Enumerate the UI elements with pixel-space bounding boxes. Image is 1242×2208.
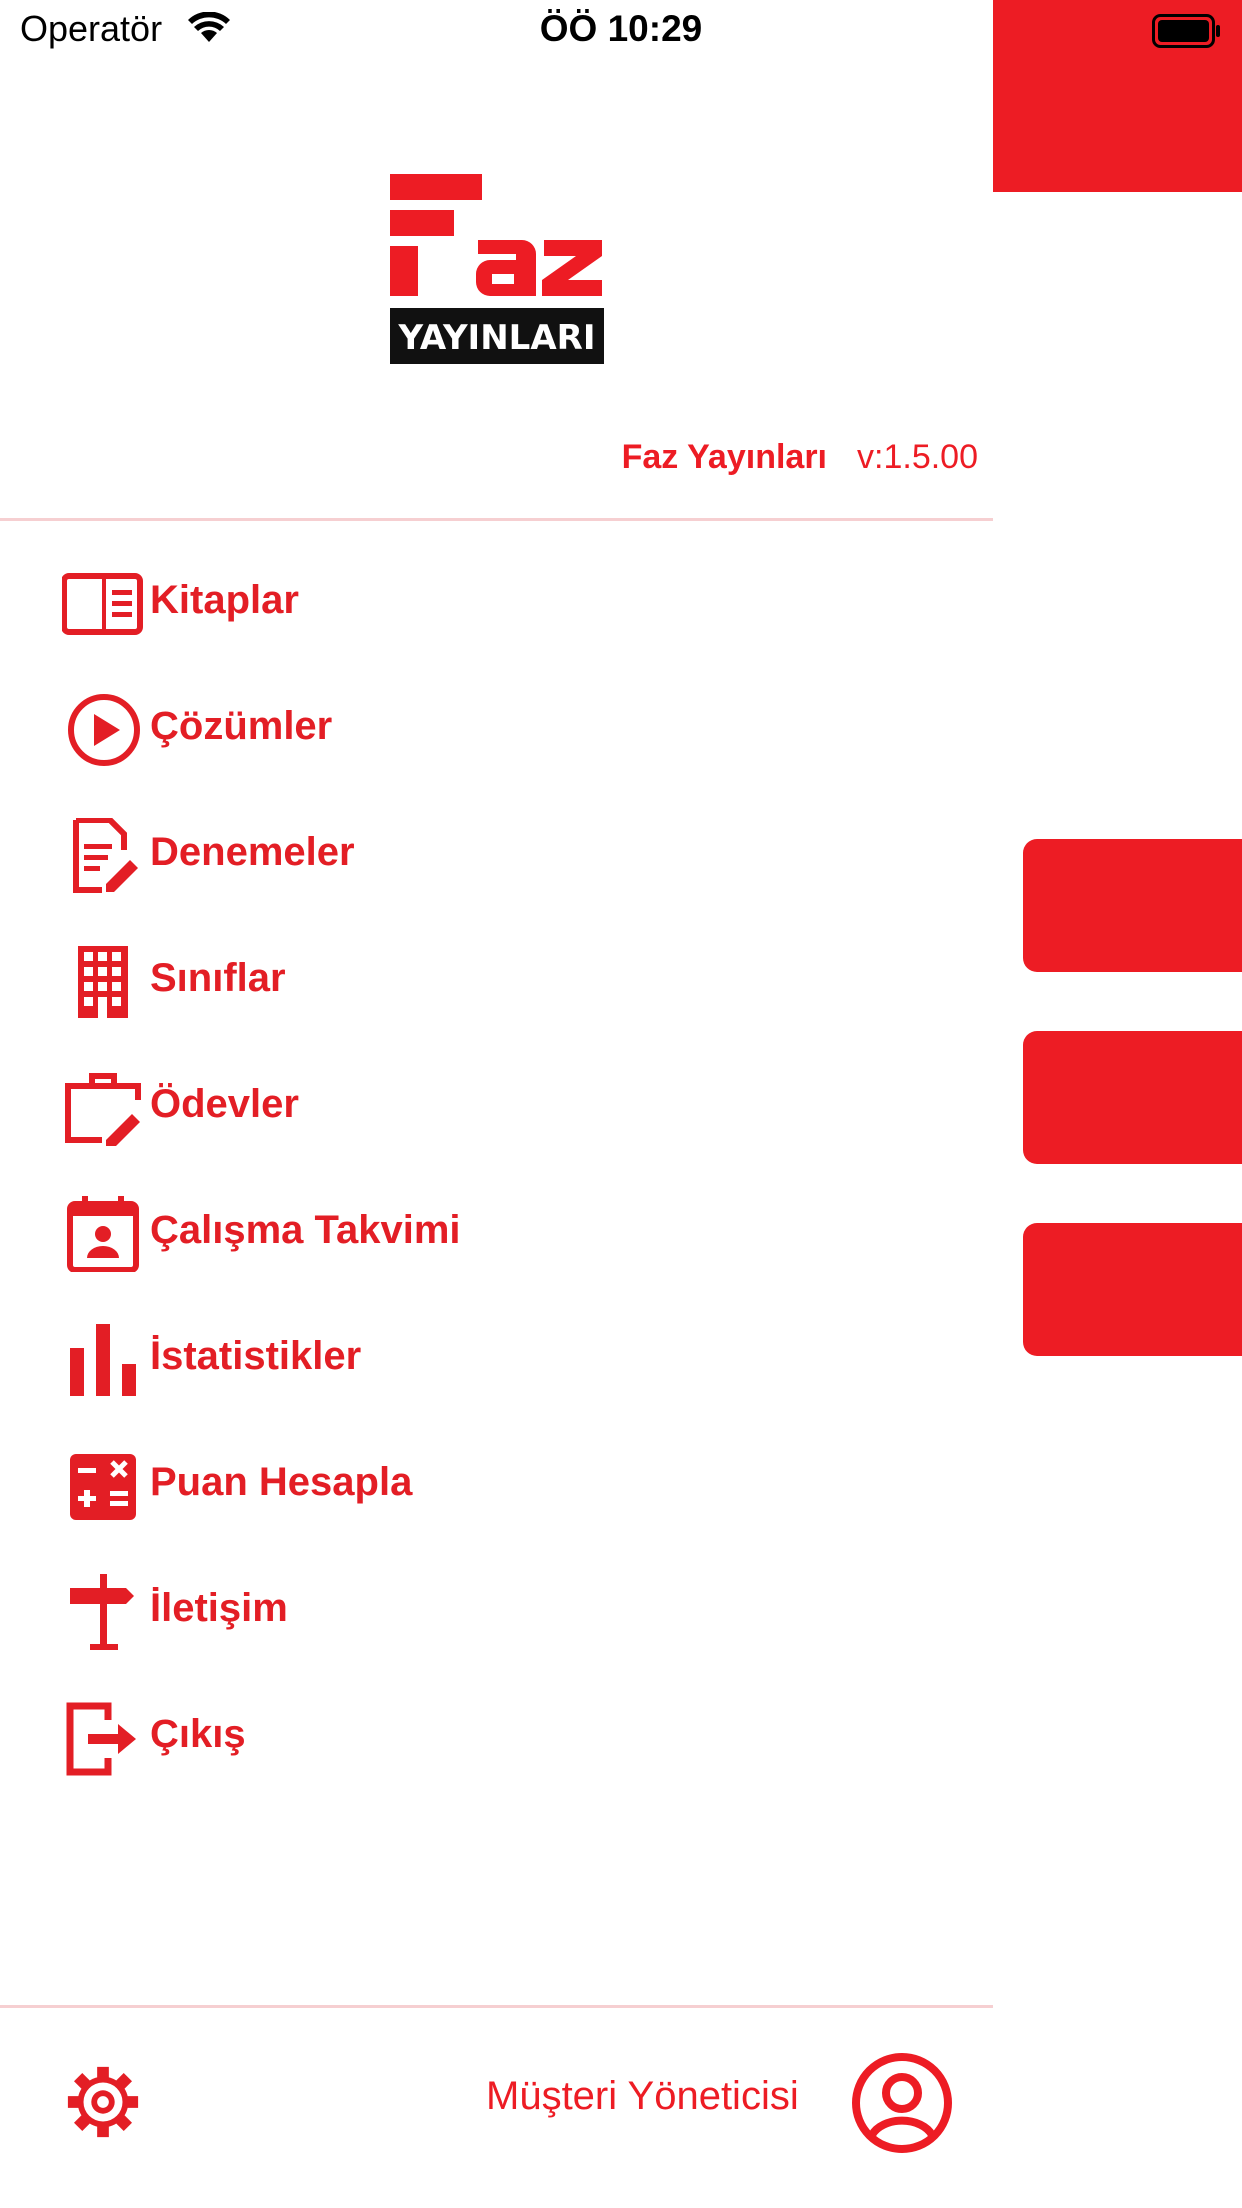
menu-item-kitaplar[interactable]: Kitaplar (0, 540, 993, 660)
side-button-3[interactable] (1023, 1223, 1242, 1356)
app-version: v:1.5.00 (857, 438, 978, 476)
clock: ÖÖ 10:29 (539, 8, 703, 49)
menu-item-label: Puan Hesapla (150, 1460, 413, 1504)
brand-row: Faz Yayınları v:1.5.00 (0, 438, 978, 488)
gear-icon[interactable] (64, 2063, 142, 2141)
menu-item-calisma-takvimi[interactable]: Çalışma Takvimi (0, 1170, 993, 1290)
menu-item-istatistikler[interactable]: İstatistikler (0, 1296, 993, 1416)
status-bar: Operatör ÖÖ 10:29 (0, 0, 1242, 64)
play-circle-icon (68, 694, 140, 766)
menu-item-siniflar[interactable]: Sınıflar (0, 918, 993, 1038)
menu-item-label: Kitaplar (150, 578, 299, 622)
navigation-drawer: YAYINLARI Faz Yayınları v:1.5.00 Kitaplar… (0, 0, 993, 2208)
exit-icon (66, 1702, 136, 1776)
logo-text: YAYINLARI (398, 318, 596, 358)
menu-item-cikis[interactable]: Çıkış (0, 1674, 993, 1794)
menu-item-label: İletişim (150, 1586, 288, 1630)
user-role-label[interactable]: Müşteri Yöneticisi (486, 2074, 799, 2119)
menu-item-label: Denemeler (150, 830, 355, 874)
brand-name: Faz Yayınları (621, 438, 828, 476)
calendar-user-icon (67, 1196, 139, 1272)
battery-icon (1152, 14, 1220, 48)
menu-item-label: Çıkış (150, 1712, 246, 1756)
menu-item-label: Çözümler (150, 704, 333, 748)
bar-chart-icon (70, 1324, 136, 1396)
user-circle-icon[interactable] (850, 2051, 954, 2155)
menu-item-label: Çalışma Takvimi (150, 1208, 461, 1252)
menu-item-label: İstatistikler (150, 1334, 362, 1378)
divider (0, 2005, 993, 2008)
menu-item-puan-hesapla[interactable]: Puan Hesapla (0, 1422, 993, 1542)
menu-item-odevler[interactable]: Ödevler (0, 1044, 993, 1164)
calculator-icon (70, 1454, 136, 1520)
menu-item-label: Ödevler (150, 1082, 299, 1126)
side-button-2[interactable] (1023, 1031, 1242, 1164)
faz-yayinlari-logo: YAYINLARI (390, 174, 604, 364)
book-icon (62, 573, 143, 635)
menu-item-denemeler[interactable]: Denemeler (0, 792, 993, 912)
menu-item-iletisim[interactable]: İletişim (0, 1548, 993, 1668)
divider (0, 518, 993, 521)
menu-item-label: Sınıflar (150, 956, 286, 1000)
briefcase-edit-icon (65, 1073, 141, 1146)
document-edit-icon (73, 818, 138, 893)
signpost-icon (70, 1574, 134, 1650)
side-button-1[interactable] (1023, 839, 1242, 972)
building-icon (78, 946, 128, 1018)
menu-item-cozumler[interactable]: Çözümler (0, 666, 993, 786)
